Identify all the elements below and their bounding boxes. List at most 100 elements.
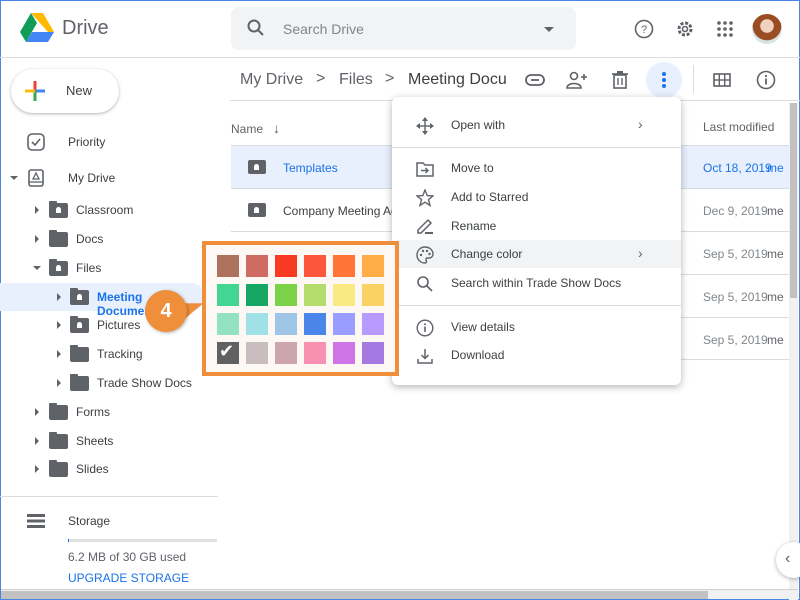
sidebar-item-trade-show-docs[interactable]: Trade Show Docs xyxy=(0,369,220,397)
horizontal-scrollbar[interactable] xyxy=(1,589,798,599)
expand-arrow-icon[interactable] xyxy=(57,350,61,358)
search-icon xyxy=(417,276,433,292)
shared-folder-icon xyxy=(248,203,266,217)
link-icon[interactable] xyxy=(523,68,547,92)
search-icon[interactable] xyxy=(247,19,265,37)
sidebar-item-classroom[interactable]: Classroom xyxy=(0,196,220,224)
folder-icon xyxy=(49,460,68,477)
sidebar-item-docs[interactable]: Docs xyxy=(0,225,220,253)
color-swatch[interactable] xyxy=(246,284,268,306)
color-swatch[interactable] xyxy=(246,313,268,335)
color-swatch[interactable] xyxy=(217,255,239,277)
color-swatch[interactable] xyxy=(217,341,239,364)
shared-folder-icon xyxy=(49,259,68,276)
grid-view-icon[interactable] xyxy=(710,68,734,92)
color-swatch[interactable] xyxy=(362,342,384,364)
folder-icon xyxy=(70,345,89,362)
color-swatch[interactable] xyxy=(246,342,268,364)
collapse-arrow-icon[interactable] xyxy=(33,266,41,270)
menu-item-change-color[interactable]: Change color › xyxy=(392,240,681,268)
file-date: Oct 18, 2019 xyxy=(703,161,772,175)
color-palette xyxy=(202,241,399,376)
scrollbar-thumb[interactable] xyxy=(790,103,797,298)
settings-icon[interactable] xyxy=(673,17,697,41)
info-icon[interactable] xyxy=(754,68,778,92)
file-owner: me xyxy=(767,247,784,261)
breadcrumb-my-drive[interactable]: My Drive xyxy=(240,71,303,89)
column-header-name[interactable]: Name ↓ xyxy=(231,120,280,136)
new-button-label: New xyxy=(66,83,93,98)
menu-item-add-to-starred[interactable]: Add to Starred xyxy=(392,183,681,211)
menu-item-view-details[interactable]: View details xyxy=(392,313,681,341)
color-swatch[interactable] xyxy=(304,313,326,335)
sidebar-item-sheets[interactable]: Sheets xyxy=(0,427,220,455)
sidebar-item-forms[interactable]: Forms xyxy=(0,398,220,426)
menu-item-move-to[interactable]: Move to xyxy=(392,154,681,182)
sidebar-item-files[interactable]: Files xyxy=(0,254,220,282)
share-icon[interactable] xyxy=(565,68,589,92)
chevron-right-icon: › xyxy=(638,116,643,132)
color-swatch[interactable] xyxy=(275,313,297,335)
sidebar-item-tracking[interactable]: Tracking xyxy=(0,340,220,368)
open-with-icon xyxy=(416,117,434,135)
sort-arrow-icon[interactable]: ↓ xyxy=(273,120,280,136)
collapse-arrow-icon[interactable] xyxy=(10,176,18,180)
vertical-scrollbar[interactable] xyxy=(789,103,798,600)
trash-icon[interactable] xyxy=(608,68,632,92)
expand-arrow-icon[interactable] xyxy=(35,465,39,473)
sidebar-item-slides[interactable]: Slides xyxy=(0,455,220,483)
search-input[interactable]: Search Drive xyxy=(283,21,364,37)
more-vert-icon[interactable] xyxy=(652,68,676,92)
color-swatch[interactable] xyxy=(275,342,297,364)
chevron-left-icon: ‹ xyxy=(785,550,791,567)
avatar[interactable] xyxy=(752,14,782,44)
menu-item-rename[interactable]: Rename xyxy=(392,212,681,240)
file-owner: me xyxy=(767,333,784,347)
breadcrumb-files[interactable]: Files xyxy=(339,71,373,89)
apps-icon[interactable] xyxy=(713,17,737,41)
drive-logo-icon[interactable] xyxy=(20,13,54,43)
download-icon xyxy=(417,349,433,364)
shared-folder-icon xyxy=(70,288,89,305)
search-options-icon[interactable] xyxy=(544,27,554,32)
menu-item-download[interactable]: Download xyxy=(392,341,681,369)
new-button[interactable]: New xyxy=(11,69,119,113)
color-swatch[interactable] xyxy=(275,255,297,277)
color-swatch[interactable] xyxy=(217,313,239,335)
expand-arrow-icon[interactable] xyxy=(57,379,61,387)
app-name: Drive xyxy=(62,17,109,39)
upgrade-storage-link[interactable]: UPGRADE STORAGE xyxy=(68,571,189,585)
expand-arrow-icon[interactable] xyxy=(57,293,61,301)
color-swatch[interactable] xyxy=(275,284,297,306)
color-swatch[interactable] xyxy=(304,284,326,306)
color-swatch[interactable] xyxy=(362,313,384,335)
color-swatch[interactable] xyxy=(333,313,355,335)
expand-arrow-icon[interactable] xyxy=(35,206,39,214)
expand-arrow-icon[interactable] xyxy=(35,235,39,243)
breadcrumb-current[interactable]: Meeting Docu xyxy=(408,71,507,89)
color-swatch[interactable] xyxy=(333,284,355,306)
expand-arrow-icon[interactable] xyxy=(35,408,39,416)
file-date: Sep 5, 2019 xyxy=(703,333,768,347)
menu-item-search-within[interactable]: Search within Trade Show Docs xyxy=(392,269,681,297)
menu-item-open-with[interactable]: Open with › xyxy=(392,111,681,139)
sidebar-item-priority[interactable]: Priority xyxy=(0,128,220,156)
color-swatch[interactable] xyxy=(246,255,268,277)
color-swatch[interactable] xyxy=(304,342,326,364)
svg-text:?: ? xyxy=(641,24,647,36)
color-swatch[interactable] xyxy=(304,255,326,277)
scrollbar-thumb[interactable] xyxy=(1,591,708,599)
color-swatch[interactable] xyxy=(217,284,239,306)
color-swatch[interactable] xyxy=(362,255,384,277)
sidebar-item-my-drive[interactable]: My Drive xyxy=(0,164,220,192)
expand-arrow-icon[interactable] xyxy=(57,321,61,329)
expand-arrow-icon[interactable] xyxy=(35,437,39,445)
color-swatch[interactable] xyxy=(362,284,384,306)
move-to-icon xyxy=(416,162,434,177)
color-swatch[interactable] xyxy=(333,255,355,277)
color-swatch[interactable] xyxy=(333,342,355,364)
search-bar[interactable]: Search Drive xyxy=(231,7,576,50)
column-header-last-modified[interactable]: Last modified xyxy=(703,120,774,134)
info-icon xyxy=(416,319,434,337)
help-icon[interactable]: ? xyxy=(632,17,656,41)
